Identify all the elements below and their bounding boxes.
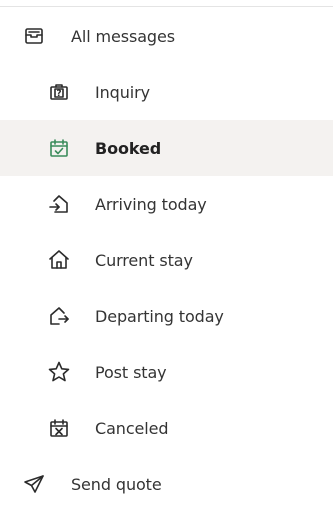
nav-item-booked[interactable]: Booked [0, 120, 333, 176]
nav-item-departing-today[interactable]: Departing today [0, 288, 333, 344]
nav-item-current-stay[interactable]: Current stay [0, 232, 333, 288]
nav-item-label: Send quote [71, 474, 162, 494]
nav-item-all-messages[interactable]: All messages [0, 8, 333, 64]
nav-item-label: Arriving today [95, 194, 207, 214]
question-briefcase-icon: ? [47, 80, 71, 104]
nav-item-label: Inquiry [95, 82, 150, 102]
nav-item-post-stay[interactable]: Post stay [0, 344, 333, 400]
star-icon [47, 360, 71, 384]
nav-item-label: Post stay [95, 362, 167, 382]
nav-item-label: All messages [71, 26, 175, 46]
paper-plane-icon [22, 472, 46, 496]
inbox-icon [22, 24, 46, 48]
nav-item-canceled[interactable]: Canceled [0, 400, 333, 456]
nav-item-label: Departing today [95, 306, 224, 326]
nav-item-arriving-today[interactable]: Arriving today [0, 176, 333, 232]
nav-item-label: Canceled [95, 418, 169, 438]
calendar-x-icon [47, 416, 71, 440]
nav-item-inquiry[interactable]: ? Inquiry [0, 64, 333, 120]
house-arrow-in-icon [47, 192, 71, 216]
nav-item-label: Booked [95, 138, 162, 158]
top-divider [0, 6, 333, 7]
svg-text:?: ? [56, 89, 61, 99]
nav-item-label: Current stay [95, 250, 193, 270]
house-icon [47, 248, 71, 272]
nav-item-send-quote[interactable]: Send quote [0, 456, 333, 512]
house-arrow-out-icon [47, 304, 71, 328]
calendar-check-icon [47, 136, 71, 160]
